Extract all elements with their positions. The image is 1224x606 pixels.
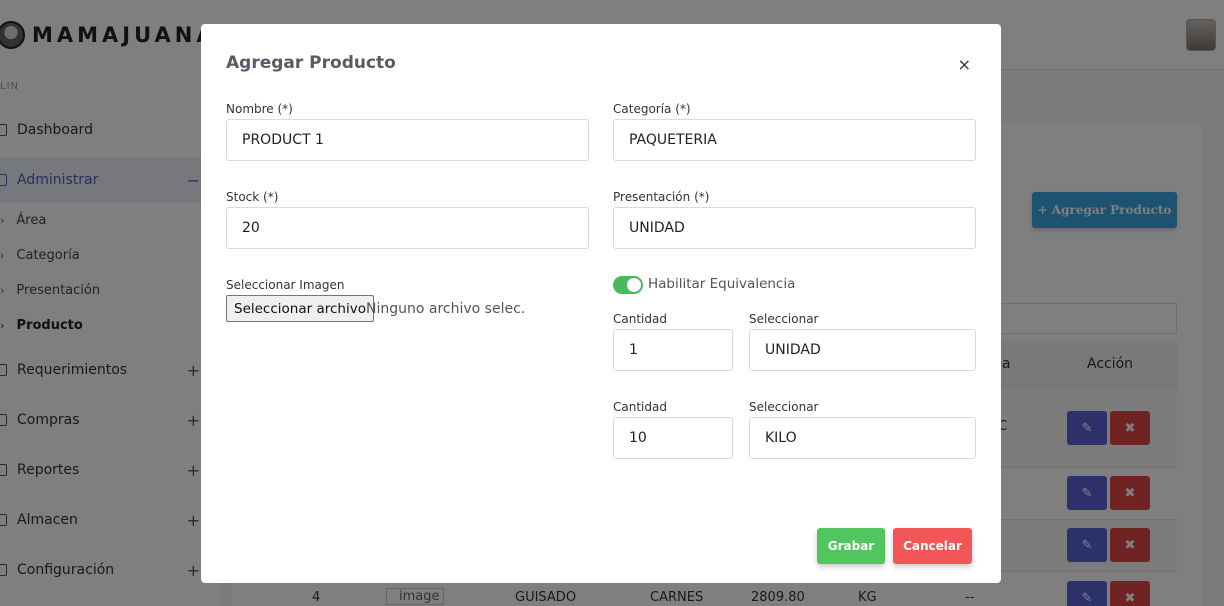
stock-input[interactable]: 20 [226,207,589,249]
categoria-label: Categoría (*) [613,102,691,116]
file-status-text: Ninguno archivo selec. [366,301,526,317]
presentacion-label: Presentación (*) [613,190,710,204]
equivalencia-toggle-label: Habilitar Equivalencia [648,276,796,292]
unit-select[interactable]: KILO [749,417,976,459]
add-product-modal: Agregar Producto × Nombre (*) PRODUCT 1 … [201,24,1001,583]
stock-label: Stock (*) [226,190,279,204]
cantidad-label: Cantidad [613,312,667,326]
cantidad-input[interactable]: 1 [613,329,733,371]
seleccionar-label: Seleccionar [749,312,819,326]
cantidad-label: Cantidad [613,400,667,414]
equivalencia-toggle[interactable] [613,276,643,294]
modal-title: Agregar Producto [226,53,396,73]
save-button[interactable]: Grabar [817,528,885,564]
nombre-input[interactable]: PRODUCT 1 [226,119,589,161]
cancel-button[interactable]: Cancelar [893,528,972,564]
close-icon[interactable]: × [958,55,971,74]
unit-select[interactable]: UNIDAD [749,329,976,371]
nombre-label: Nombre (*) [226,102,293,116]
cantidad-input[interactable]: 10 [613,417,733,459]
categoria-select[interactable]: PAQUETERIA [613,119,976,161]
presentacion-select[interactable]: UNIDAD [613,207,976,249]
imagen-label: Seleccionar Imagen [226,278,345,292]
toggle-knob [627,278,641,292]
seleccionar-label: Seleccionar [749,400,819,414]
file-select-button[interactable]: Seleccionar archivo [226,295,374,322]
